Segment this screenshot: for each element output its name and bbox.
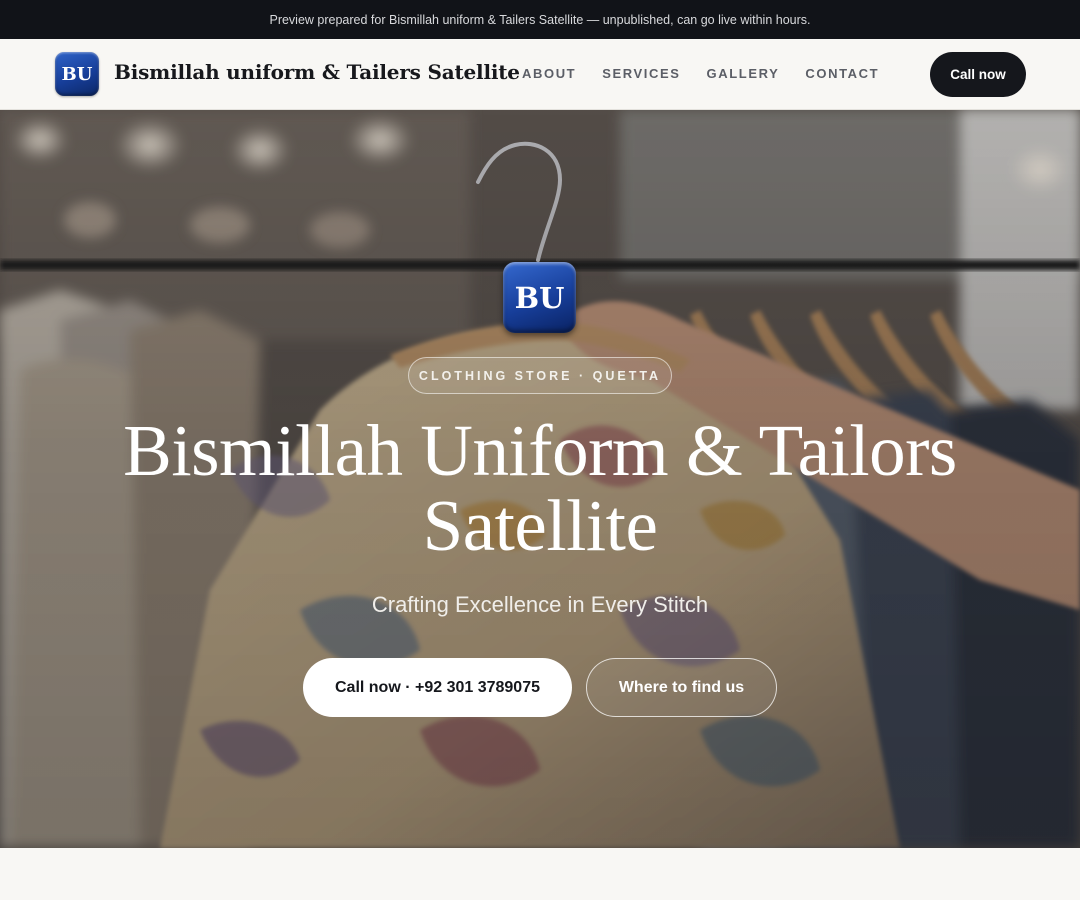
hero-title: Bismillah Uniform & Tailors Satellite: [90, 413, 990, 563]
main-nav: ABOUT SERVICES GALLERY CONTACT: [522, 66, 905, 81]
hero-tagline: Crafting Excellence in Every Stitch: [371, 592, 709, 617]
preview-banner-text: Preview prepared for Bismillah uniform &…: [269, 12, 811, 27]
preview-banner: Preview prepared for Bismillah uniform &…: [0, 0, 1080, 39]
nav-about[interactable]: ABOUT: [522, 66, 576, 81]
hero-title-line1: Bismillah Uniform & Tailors: [123, 410, 957, 491]
category-pill: CLOTHING STORE · QUETTA: [408, 357, 672, 394]
header-call-button[interactable]: Call now: [930, 52, 1026, 97]
nav-gallery[interactable]: GALLERY: [707, 66, 780, 81]
site-header: BU Bismillah uniform & Tailers Satellite…: [0, 39, 1080, 110]
hero-title-line2: Satellite: [422, 485, 658, 566]
brand-name[interactable]: Bismillah uniform & Tailers Satellite: [114, 60, 520, 84]
logo[interactable]: BU: [55, 52, 99, 96]
nav-contact[interactable]: CONTACT: [805, 66, 879, 81]
hero-section: BU CLOTHING STORE · QUETTA Bismillah Uni…: [0, 110, 1080, 848]
nav-services[interactable]: SERVICES: [602, 66, 680, 81]
hero-logo-badge: BU: [503, 262, 576, 333]
call-now-button[interactable]: Call now · +92 301 3789075: [303, 658, 572, 717]
find-us-button[interactable]: Where to find us: [586, 658, 777, 717]
